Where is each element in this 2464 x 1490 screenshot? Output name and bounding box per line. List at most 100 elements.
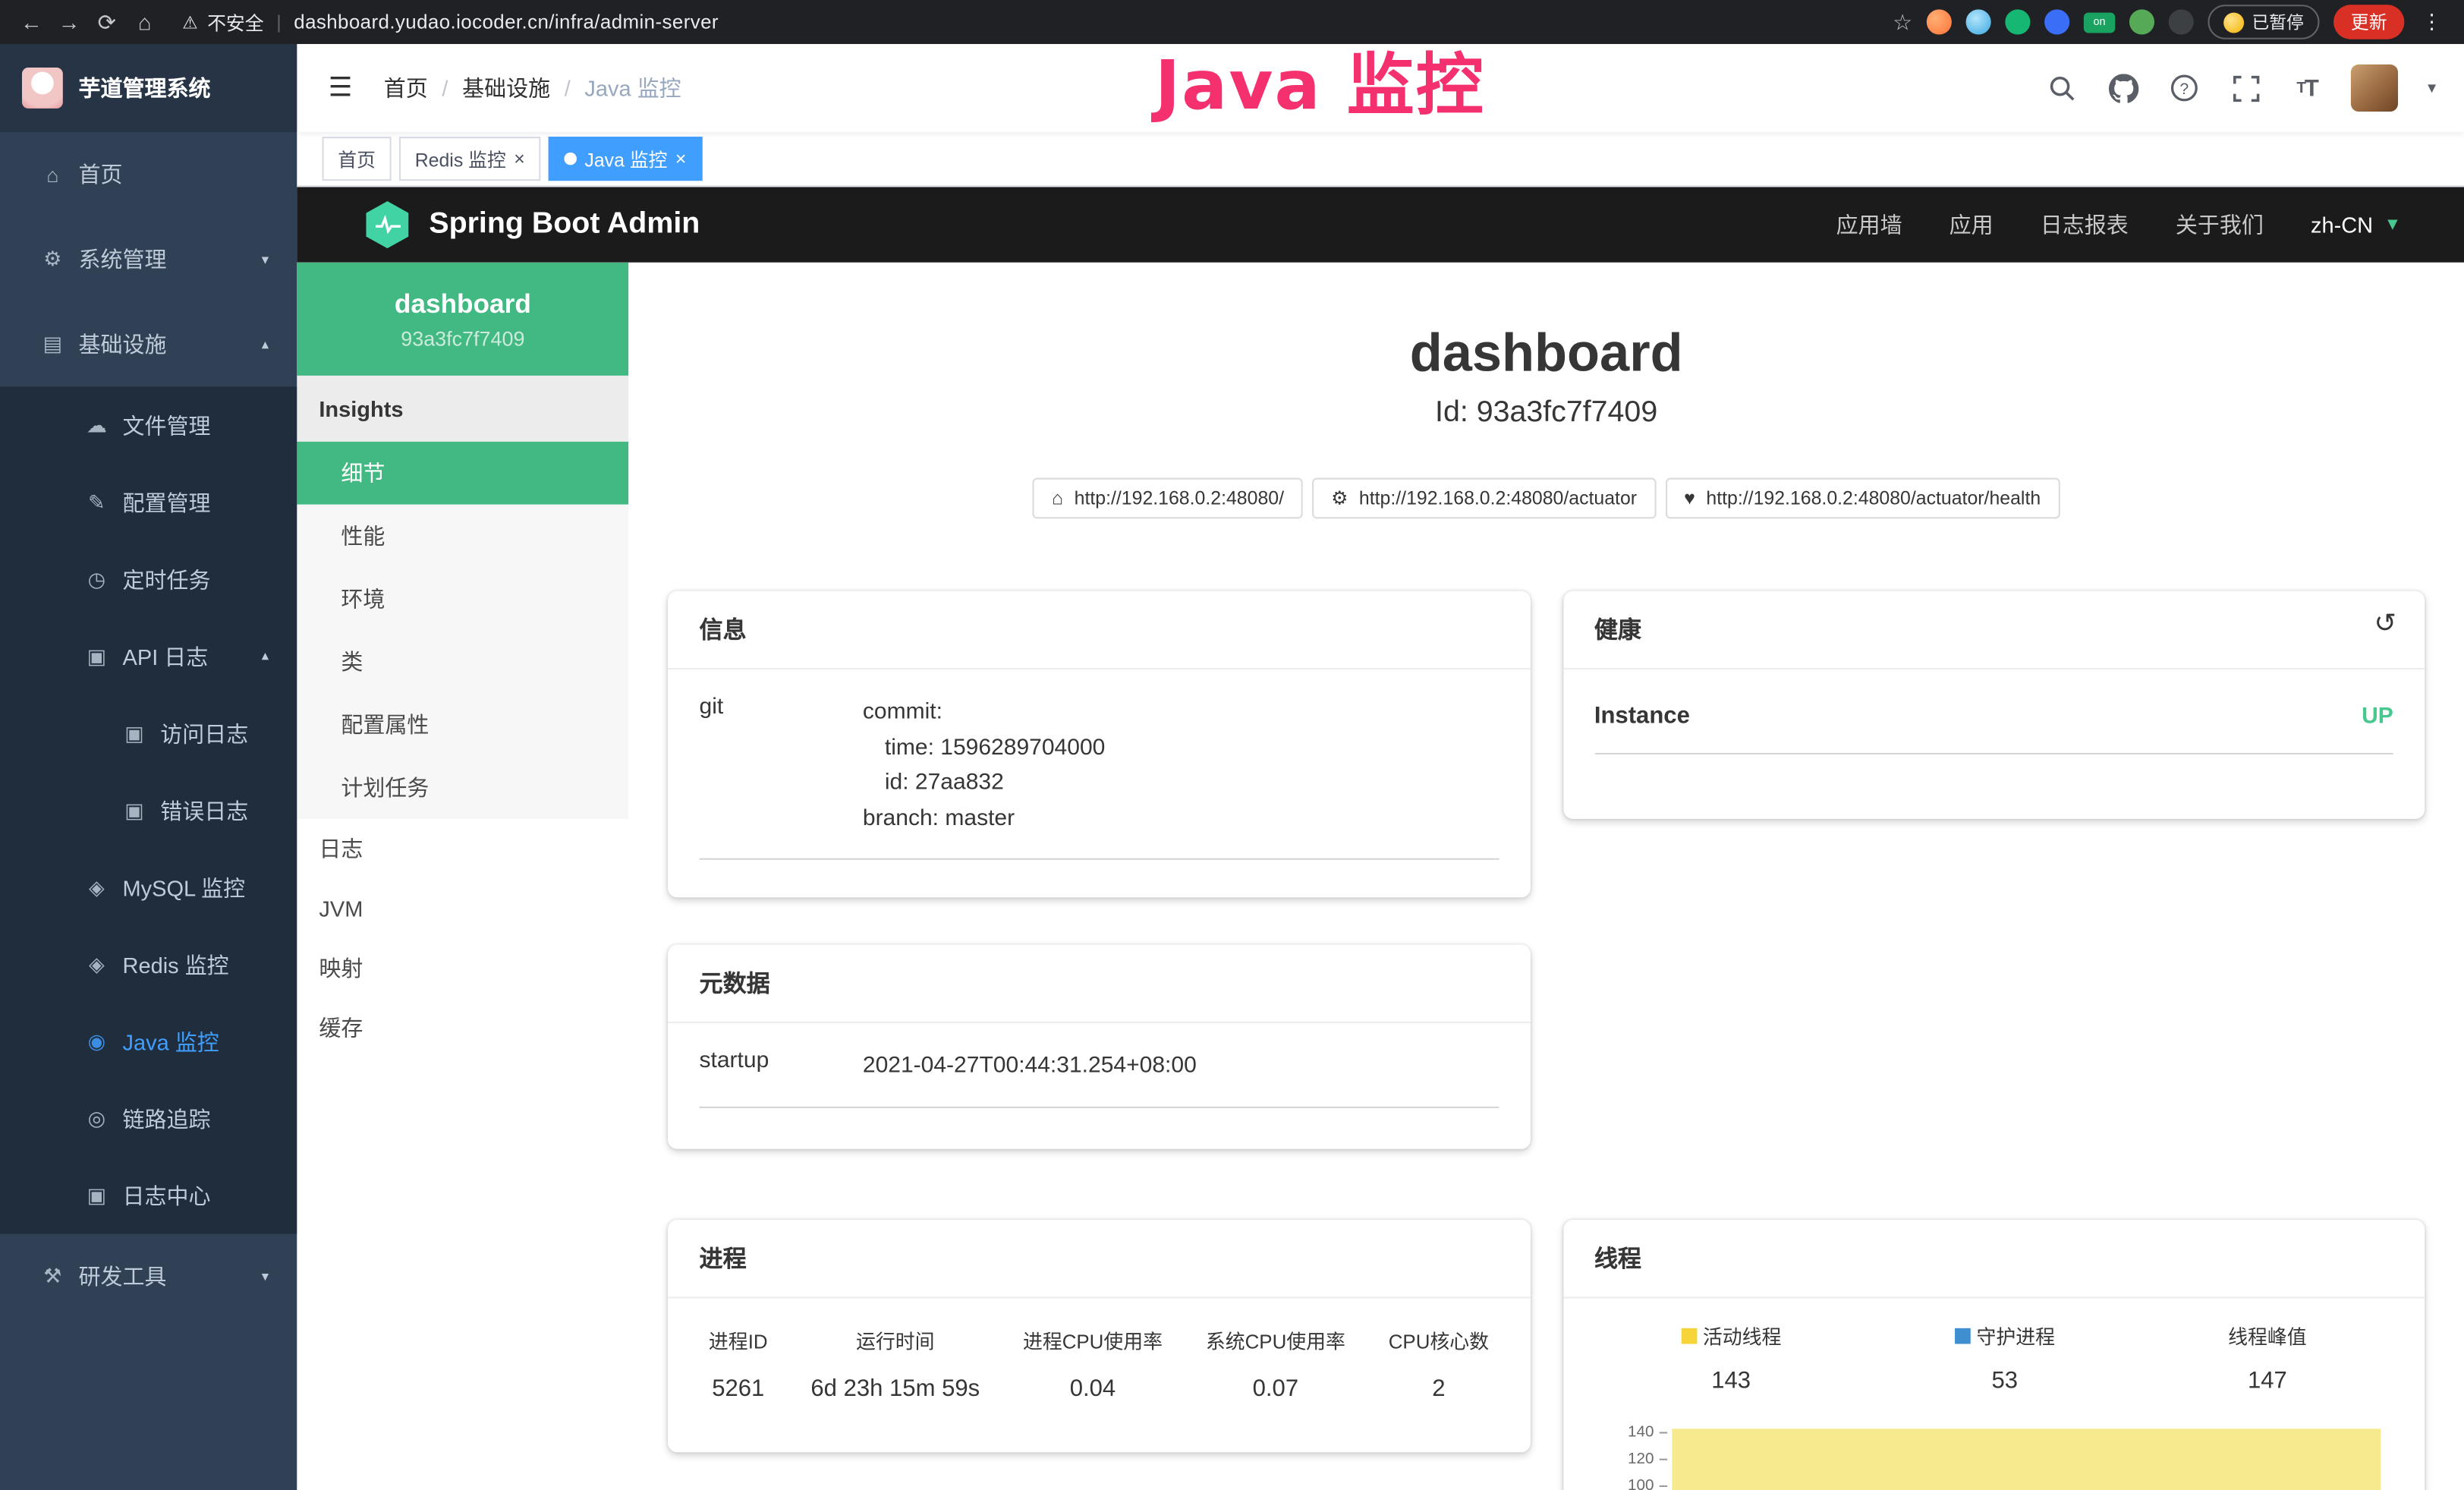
fullscreen-icon[interactable] [2229, 71, 2264, 106]
sidebar-item-java-monitor[interactable]: ◉ Java 监控 [0, 1003, 297, 1079]
row-key: git [700, 695, 863, 836]
security-label: 不安全 [207, 8, 264, 35]
back-button[interactable]: ← [16, 6, 47, 37]
breadcrumb-home[interactable]: 首页 [384, 72, 428, 103]
grid-extension-icon[interactable] [2044, 9, 2069, 34]
sba-item-jvm[interactable]: JVM [297, 879, 628, 939]
database-icon: ◈ [85, 952, 109, 977]
bookmark-star-icon[interactable]: ☆ [1893, 8, 1912, 35]
tab-home[interactable]: 首页 [323, 137, 392, 181]
history-icon[interactable]: ↺ [2374, 609, 2396, 640]
sba-item-environment[interactable]: 环境 [297, 568, 628, 631]
legend-live-threads: 活动线程 143 [1681, 1321, 1782, 1394]
instance-header[interactable]: dashboard 93a3fc7f7409 [297, 263, 628, 376]
chevron-down-icon: ▾ [262, 1268, 269, 1285]
health-url-link[interactable]: ♥ http://192.168.0.2:48080/actuator/heal… [1665, 478, 2060, 519]
sidebar-item-label: 首页 [79, 159, 123, 190]
breadcrumb-current: Java 监控 [584, 72, 681, 103]
metadata-card: 元数据 startup 2021-04-27T00:44:31.254+08:0… [668, 945, 1530, 1149]
app-logo [22, 68, 63, 109]
browser-extensions-area: ☆ on 已暂停 更新 ⋮ [1893, 5, 2448, 39]
browser-menu-icon[interactable]: ⋮ [2418, 9, 2445, 34]
eye-icon: ◎ [85, 1106, 109, 1131]
row-value: 2021-04-27T00:44:31.254+08:00 [863, 1049, 1197, 1085]
switch-on-extension-icon[interactable]: on [2084, 12, 2115, 33]
sba-nav-applications[interactable]: 应用 [1949, 209, 1994, 240]
sidebar-item-redis-monitor[interactable]: ◈ Redis 监控 [0, 926, 297, 1003]
home-button[interactable]: ⌂ [129, 6, 160, 37]
sidebar-item-home[interactable]: ⌂ 首页 [0, 132, 297, 217]
sba-nav-wallboard[interactable]: 应用墙 [1836, 209, 1902, 240]
sidebar-item-label: 访问日志 [160, 717, 248, 748]
sba-item-classes[interactable]: 类 [297, 630, 628, 693]
help-icon[interactable]: ? [2167, 71, 2202, 106]
tab-redis-monitor[interactable]: Redis 监控 × [399, 137, 540, 181]
cloud-icon: ☁ [85, 413, 109, 438]
sba-item-scheduled-tasks[interactable]: 计划任务 [297, 756, 628, 819]
update-button[interactable]: 更新 [2333, 5, 2404, 39]
app-title: 芋道管理系统 [79, 72, 211, 103]
sba-nav-journal[interactable]: 日志报表 [2041, 209, 2129, 240]
search-icon[interactable] [2044, 71, 2079, 106]
cards-column-right: 健康 ↺ Instance UP [1562, 591, 2425, 1490]
hamburger-icon[interactable]: ☰ [319, 72, 361, 103]
puzzle-extension-icon[interactable] [2169, 9, 2194, 34]
forward-button[interactable]: → [53, 6, 84, 37]
sba-brand[interactable]: Spring Boot Admin [429, 207, 700, 242]
sidebar-item-access-log[interactable]: ▣ 访问日志 [0, 695, 297, 771]
sidebar-item-error-log[interactable]: ▣ 错误日志 [0, 772, 297, 849]
font-size-icon[interactable]: TT [2289, 71, 2324, 106]
sba-item-caches[interactable]: 缓存 [297, 998, 628, 1058]
fox-extension-icon[interactable] [1927, 9, 1952, 34]
app-logo-row[interactable]: 芋道管理系统 [0, 44, 297, 132]
breadcrumb-separator: / [442, 75, 448, 100]
sidebar-item-config-manage[interactable]: ✎ 配置管理 [0, 464, 297, 540]
breadcrumb-infra[interactable]: 基础设施 [462, 72, 550, 103]
sidebar-item-devtools[interactable]: ⚒ 研发工具 ▾ [0, 1234, 297, 1319]
chevron-down-icon[interactable]: ▼ [2425, 80, 2438, 96]
insights-section-label: Insights [297, 376, 628, 442]
process-col-cores: CPU核心数 2 [1389, 1325, 1489, 1402]
screenshot-stage: ← → ⟳ ⌂ ⚠ 不安全 | dashboard.yudao.iocoder.… [0, 0, 2464, 1490]
address-bar[interactable]: ⚠ 不安全 | dashboard.yudao.iocoder.cn/infra… [167, 8, 1887, 35]
database-icon: ◈ [85, 874, 109, 899]
close-icon[interactable]: × [514, 150, 525, 169]
sidebar-item-system[interactable]: ⚙ 系统管理 ▾ [0, 217, 297, 302]
sidebar-item-tracing[interactable]: ◎ 链路追踪 [0, 1080, 297, 1157]
sba-nav-about[interactable]: 关于我们 [2176, 209, 2264, 240]
leaf-extension-icon[interactable] [2129, 9, 2154, 34]
process-table: 进程ID 5261 运行时间 6d 23h 15m 59s [700, 1306, 1499, 1403]
tab-java-monitor[interactable]: Java 监控 × [549, 137, 702, 181]
close-icon[interactable]: × [675, 150, 687, 169]
sba-item-mappings[interactable]: 映射 [297, 938, 628, 998]
sba-item-details[interactable]: 细节 [297, 442, 628, 505]
green-extension-icon[interactable] [2005, 9, 2030, 34]
sba-item-config-props[interactable]: 配置属性 [297, 693, 628, 756]
card-title: 进程 [668, 1221, 1530, 1299]
sidebar-item-log-center[interactable]: ▣ 日志中心 [0, 1157, 297, 1233]
sba-body: dashboard 93a3fc7f7409 Insights 细节 性能 环境… [297, 263, 2464, 1490]
locale-selector[interactable]: zh-CN ▼ [2311, 213, 2401, 238]
tab-label: Redis 监控 [415, 146, 506, 172]
avatar[interactable] [2351, 65, 2398, 112]
actuator-url-link[interactable]: ⚙ http://192.168.0.2:48080/actuator [1312, 478, 1656, 519]
reload-button[interactable]: ⟳ [91, 6, 122, 37]
profile-paused-badge[interactable]: 已暂停 [2208, 5, 2319, 39]
sidebar-item-infra[interactable]: ▤ 基础设施 ▴ [0, 302, 297, 387]
top-navbar: ☰ 首页 / 基础设施 / Java 监控 ? [297, 44, 2464, 132]
admin-main: ☰ 首页 / 基础设施 / Java 监控 ? [297, 44, 2464, 1490]
sba-item-logs[interactable]: 日志 [297, 819, 628, 879]
sidebar-item-file-manage[interactable]: ☁ 文件管理 [0, 386, 297, 463]
service-url-link[interactable]: ⌂ http://192.168.0.2:48080/ [1033, 478, 1303, 519]
legend-peak-threads: 线程峰值 147 [2228, 1321, 2307, 1394]
card-title: 健康 ↺ [1562, 591, 2425, 670]
drop-extension-icon[interactable] [1966, 9, 1991, 34]
sidebar-item-scheduled-jobs[interactable]: ◷ 定时任务 [0, 540, 297, 617]
sidebar-item-label: 配置管理 [123, 487, 211, 518]
sidebar-item-mysql-monitor[interactable]: ◈ MySQL 监控 [0, 849, 297, 925]
github-icon[interactable] [2106, 71, 2141, 106]
sba-item-metrics[interactable]: 性能 [297, 505, 628, 568]
cards-column-left: 信息 git commit: time: 1596289704000 id: 2… [668, 591, 1530, 1490]
sidebar-item-api-log[interactable]: ▣ API 日志 ▴ [0, 618, 297, 695]
gear-icon: ⚙ [41, 247, 65, 272]
